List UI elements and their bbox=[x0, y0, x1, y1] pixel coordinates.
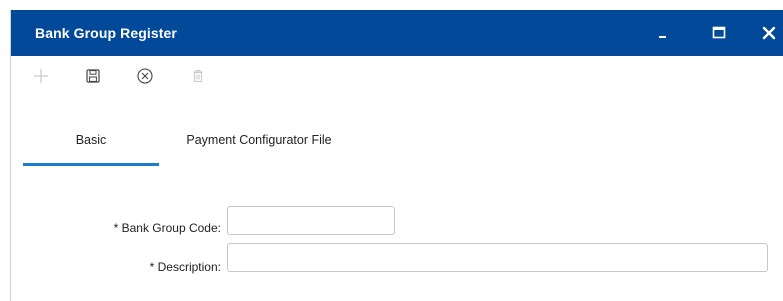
tab-payment-configurator-file[interactable]: Payment Configurator File bbox=[161, 122, 357, 166]
delete-button[interactable] bbox=[186, 64, 210, 88]
cancel-button[interactable] bbox=[133, 64, 157, 88]
tab-basic[interactable]: Basic bbox=[23, 122, 159, 166]
bank-group-code-label: * Bank Group Code: bbox=[113, 221, 221, 235]
minimize-button[interactable] bbox=[643, 10, 683, 56]
tab-payment-configurator-file-label: Payment Configurator File bbox=[186, 133, 332, 147]
active-tab-indicator bbox=[23, 163, 159, 166]
bank-group-code-input[interactable] bbox=[227, 206, 395, 235]
save-button[interactable] bbox=[81, 64, 105, 88]
close-icon bbox=[762, 26, 776, 40]
plus-icon bbox=[34, 69, 48, 83]
maximize-button[interactable] bbox=[699, 10, 739, 56]
tab-bar: Basic Payment Configurator File bbox=[11, 122, 783, 166]
close-button[interactable] bbox=[749, 10, 783, 56]
title-bar: Bank Group Register bbox=[11, 10, 783, 56]
description-input[interactable] bbox=[227, 243, 768, 272]
circle-x-icon bbox=[137, 68, 153, 84]
toolbar bbox=[11, 56, 783, 96]
tab-basic-label: Basic bbox=[75, 133, 107, 147]
description-label: * Description: bbox=[149, 260, 221, 274]
trash-icon bbox=[193, 69, 203, 83]
window-title: Bank Group Register bbox=[35, 25, 177, 41]
floppy-disk-icon bbox=[86, 69, 100, 83]
bank-group-register-window: Bank Group Register Basic Payment Config… bbox=[10, 10, 783, 301]
maximize-icon bbox=[712, 26, 726, 39]
add-button[interactable] bbox=[29, 64, 53, 88]
minimize-icon bbox=[659, 36, 666, 38]
